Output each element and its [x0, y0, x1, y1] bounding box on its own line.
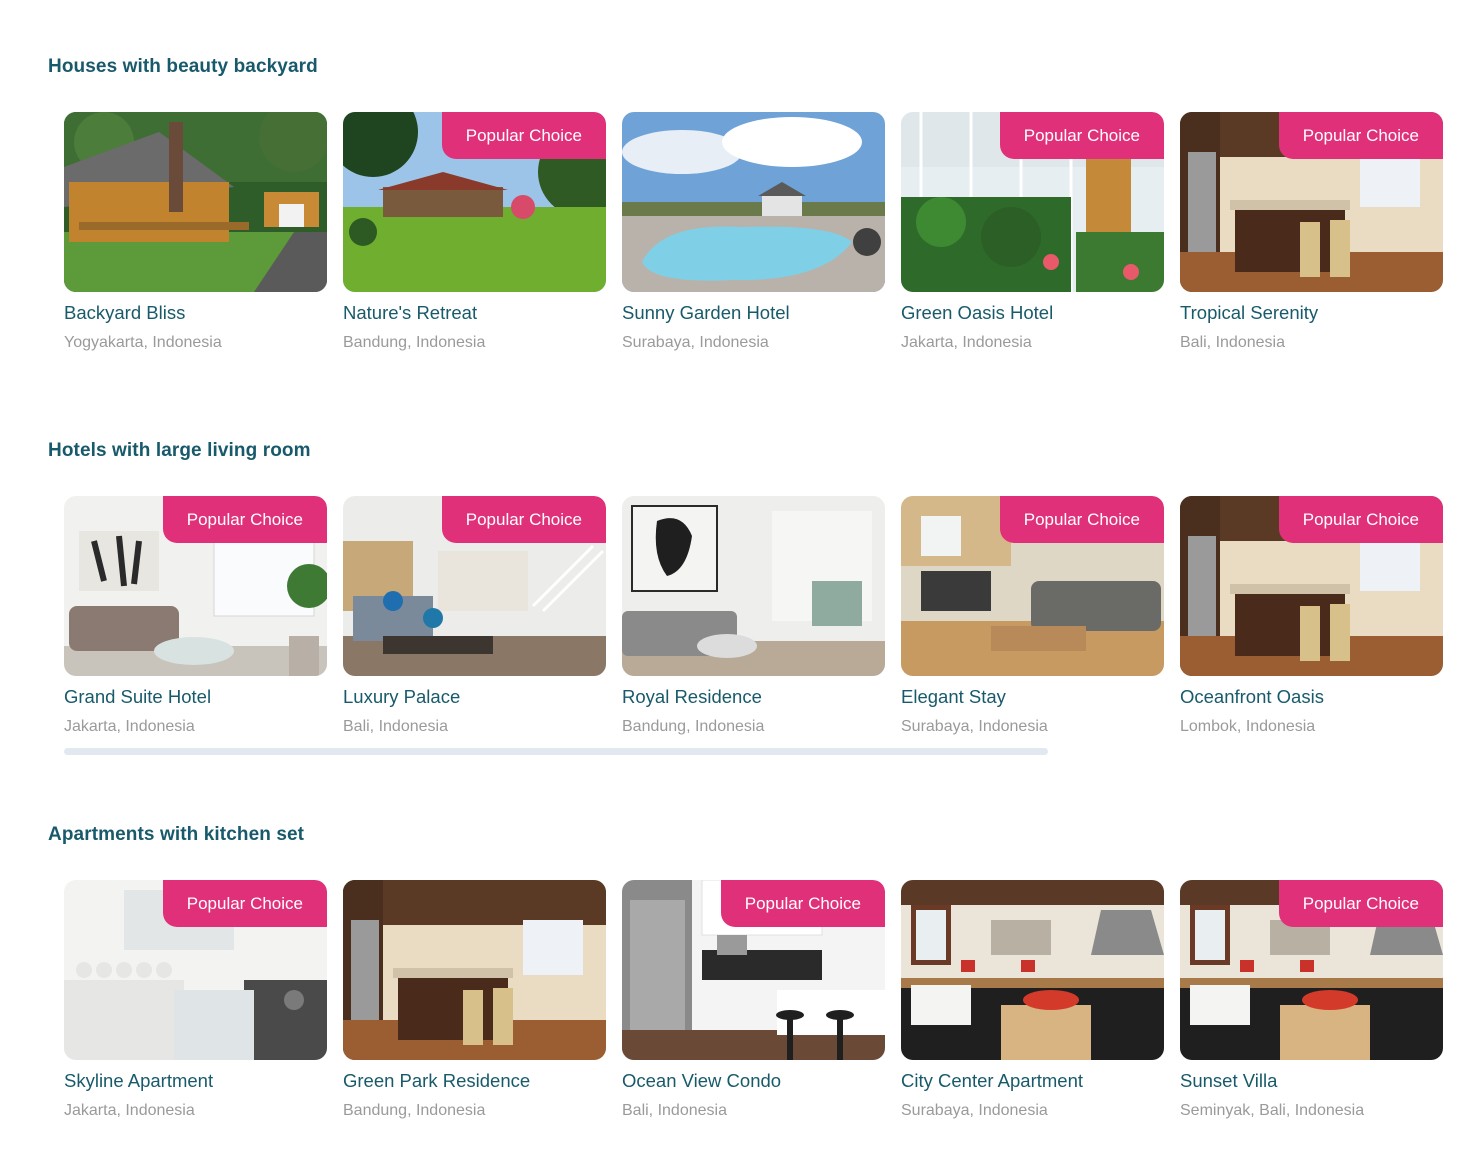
property-name[interactable]: Elegant Stay — [901, 686, 1164, 708]
property-card[interactable]: City Center Apartment Surabaya, Indonesi… — [901, 880, 1164, 1130]
property-name[interactable]: Ocean View Condo — [622, 1070, 885, 1092]
popular-choice-badge: Popular Choice — [1278, 112, 1443, 159]
property-name[interactable]: Nature's Retreat — [343, 302, 606, 324]
property-location: Bandung, Indonesia — [343, 1102, 486, 1119]
property-card[interactable]: Popular Choice Nature's Retreat Bandung,… — [343, 112, 606, 362]
property-card[interactable]: Backyard Bliss Yogyakarta, Indonesia — [64, 112, 327, 362]
popular-choice-badge: Popular Choice — [1278, 496, 1443, 543]
property-location: Jakarta, Indonesia — [901, 334, 1032, 351]
property-photo[interactable]: Popular Choice — [1180, 880, 1443, 1060]
popular-choice-badge: Popular Choice — [441, 112, 606, 159]
horizontal-scrollbar[interactable] — [64, 748, 1048, 755]
section-title: Apartments with kitchen set — [48, 824, 305, 845]
property-location: Bali, Indonesia — [622, 1102, 727, 1119]
property-card[interactable]: Popular Choice Ocean View Condo Bali, In… — [622, 880, 885, 1130]
property-name[interactable]: Luxury Palace — [343, 686, 606, 708]
property-photo[interactable] — [64, 112, 327, 292]
property-name[interactable]: Sunny Garden Hotel — [622, 302, 885, 324]
property-photo-image — [343, 880, 606, 1060]
property-location: Surabaya, Indonesia — [622, 334, 769, 351]
property-location: Bandung, Indonesia — [622, 718, 765, 735]
property-location: Bandung, Indonesia — [343, 334, 486, 351]
popular-choice-badge: Popular Choice — [1278, 880, 1443, 927]
property-name[interactable]: Grand Suite Hotel — [64, 686, 327, 708]
popular-choice-badge: Popular Choice — [720, 880, 885, 927]
property-name[interactable]: Sunset Villa — [1180, 1070, 1443, 1092]
property-location: Jakarta, Indonesia — [64, 1102, 195, 1119]
property-card[interactable]: Popular Choice Skyline Apartment Jakarta… — [64, 880, 327, 1130]
property-location: Surabaya, Indonesia — [901, 1102, 1048, 1119]
property-card[interactable]: Popular Choice Luxury Palace Bali, Indon… — [343, 496, 606, 746]
property-name[interactable]: Tropical Serenity — [1180, 302, 1443, 324]
section-title: Hotels with large living room — [48, 440, 311, 461]
property-location: Bali, Indonesia — [343, 718, 448, 735]
property-location: Surabaya, Indonesia — [901, 718, 1048, 735]
property-photo[interactable] — [343, 880, 606, 1060]
property-photo[interactable] — [622, 496, 885, 676]
property-card[interactable]: Popular Choice Grand Suite Hotel Jakarta… — [64, 496, 327, 746]
property-photo[interactable]: Popular Choice — [901, 112, 1164, 292]
property-photo[interactable]: Popular Choice — [64, 880, 327, 1060]
property-card[interactable]: Popular Choice Green Oasis Hotel Jakarta… — [901, 112, 1164, 362]
property-location: Bali, Indonesia — [1180, 334, 1285, 351]
property-card[interactable]: Green Park Residence Bandung, Indonesia — [343, 880, 606, 1130]
popular-choice-badge: Popular Choice — [999, 496, 1164, 543]
property-location: Lombok, Indonesia — [1180, 718, 1316, 735]
property-photo-image — [622, 112, 885, 292]
property-photo[interactable]: Popular Choice — [901, 496, 1164, 676]
property-name[interactable]: Green Park Residence — [343, 1070, 606, 1092]
property-photo[interactable]: Popular Choice — [1180, 112, 1443, 292]
property-card[interactable]: Royal Residence Bandung, Indonesia — [622, 496, 885, 746]
property-name[interactable]: City Center Apartment — [901, 1070, 1164, 1092]
property-card[interactable]: Popular Choice Oceanfront Oasis Lombok, … — [1180, 496, 1443, 746]
property-photo-image — [901, 880, 1164, 1060]
popular-choice-badge: Popular Choice — [162, 880, 327, 927]
card-row[interactable]: Popular Choice Grand Suite Hotel Jakarta… — [64, 496, 1464, 736]
property-card[interactable]: Popular Choice Elegant Stay Surabaya, In… — [901, 496, 1164, 746]
popular-choice-badge: Popular Choice — [162, 496, 327, 543]
property-card[interactable]: Sunny Garden Hotel Surabaya, Indonesia — [622, 112, 885, 362]
property-name[interactable]: Oceanfront Oasis — [1180, 686, 1443, 708]
property-photo-image — [64, 112, 327, 292]
property-photo[interactable]: Popular Choice — [343, 496, 606, 676]
property-location: Seminyak, Bali, Indonesia — [1180, 1102, 1365, 1119]
card-row[interactable]: Backyard Bliss Yogyakarta, Indonesia Pop… — [64, 112, 1464, 352]
property-location: Jakarta, Indonesia — [64, 718, 195, 735]
property-photo-image — [622, 496, 885, 676]
property-name[interactable]: Royal Residence — [622, 686, 885, 708]
property-photo[interactable]: Popular Choice — [1180, 496, 1443, 676]
property-location: Yogyakarta, Indonesia — [64, 334, 222, 351]
property-photo[interactable] — [901, 880, 1164, 1060]
property-name[interactable]: Skyline Apartment — [64, 1070, 327, 1092]
property-photo[interactable]: Popular Choice — [622, 880, 885, 1060]
property-photo[interactable]: Popular Choice — [343, 112, 606, 292]
property-card[interactable]: Popular Choice Tropical Serenity Bali, I… — [1180, 112, 1443, 362]
property-name[interactable]: Green Oasis Hotel — [901, 302, 1164, 324]
card-row[interactable]: Popular Choice Skyline Apartment Jakarta… — [64, 880, 1464, 1120]
property-card[interactable]: Popular Choice Sunset Villa Seminyak, Ba… — [1180, 880, 1443, 1130]
property-photo[interactable] — [622, 112, 885, 292]
popular-choice-badge: Popular Choice — [999, 112, 1164, 159]
property-name[interactable]: Backyard Bliss — [64, 302, 327, 324]
popular-choice-badge: Popular Choice — [441, 496, 606, 543]
property-photo[interactable]: Popular Choice — [64, 496, 327, 676]
section-title: Houses with beauty backyard — [48, 56, 318, 77]
